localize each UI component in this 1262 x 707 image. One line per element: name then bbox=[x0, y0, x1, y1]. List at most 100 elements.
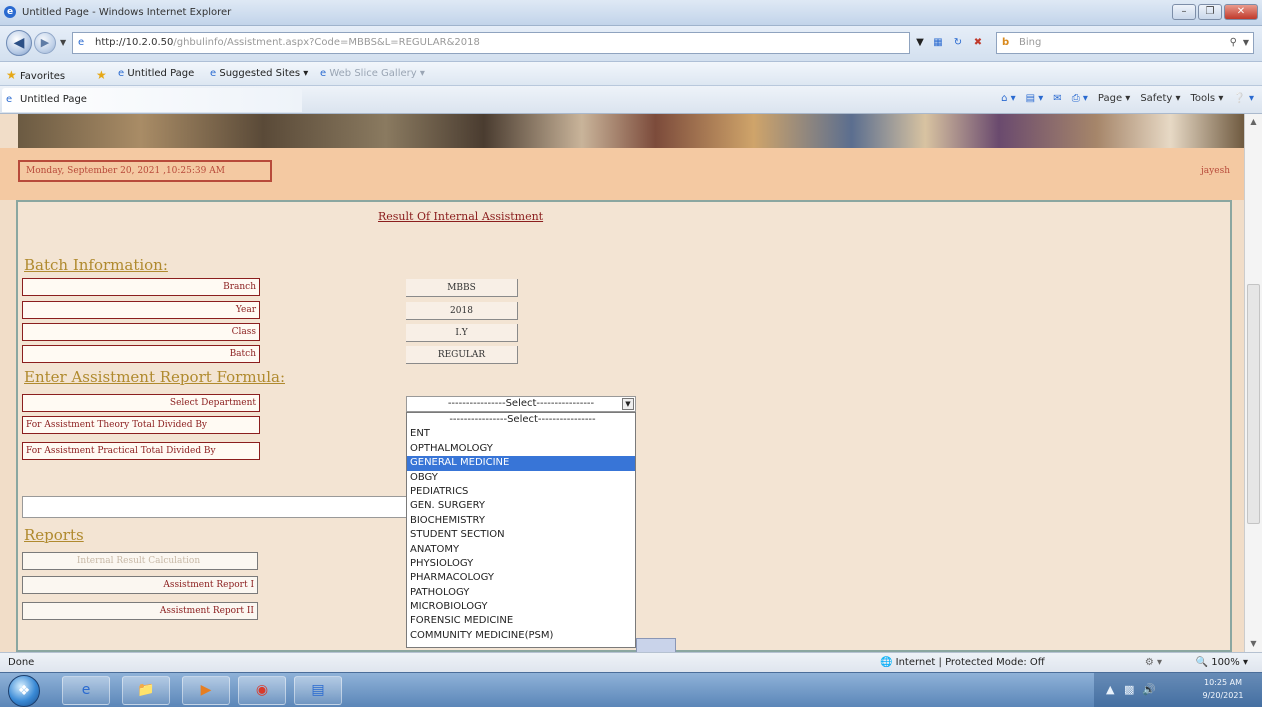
reports-heading: Reports bbox=[24, 526, 84, 544]
home-icon[interactable]: ⌂ ▾ bbox=[1001, 93, 1016, 104]
dropdown-option[interactable]: BIOCHEMISTRY bbox=[407, 514, 635, 528]
close-button[interactable]: ✕ bbox=[1224, 4, 1258, 20]
stop-icon[interactable]: ✖ bbox=[970, 35, 986, 51]
network-icon[interactable]: ▩ bbox=[1124, 683, 1134, 696]
assessment-report-2-button[interactable]: Assistment Report II bbox=[22, 602, 258, 620]
scroll-up-icon[interactable]: ▲ bbox=[1245, 114, 1262, 130]
address-input[interactable]: e http://10.2.0.50/ghbulinfo/Assistment.… bbox=[72, 32, 910, 54]
app-taskbar-icon[interactable]: ▤ bbox=[294, 676, 342, 705]
dropdown-option[interactable]: OPTHALMOLOGY bbox=[407, 442, 635, 456]
favorite-suggested-sites[interactable]: e Suggested Sites ▾ bbox=[210, 68, 308, 79]
star-icon: ★ bbox=[6, 68, 17, 82]
address-toolbar: ◀ ▶ ▼ e http://10.2.0.50/ghbulinfo/Assis… bbox=[0, 26, 1262, 62]
add-favorite-icon[interactable]: ★ bbox=[96, 68, 107, 82]
chevron-down-icon[interactable]: ▼ bbox=[622, 398, 634, 410]
vertical-scrollbar[interactable]: ▲ ▼ bbox=[1244, 114, 1262, 652]
year-value: 2018 bbox=[406, 302, 518, 320]
dropdown-option[interactable]: STUDENT SECTION bbox=[407, 528, 635, 542]
favorites-bar: ★ Favorites ★ e Untitled Page e Suggeste… bbox=[0, 62, 1262, 86]
formula-input[interactable] bbox=[22, 496, 412, 518]
popup-blocker-icon[interactable]: ⚙ ▾ bbox=[1145, 653, 1162, 673]
clock-date: 9/20/2021 bbox=[1202, 691, 1244, 700]
recent-pages-dropdown-icon[interactable]: ▼ bbox=[60, 38, 66, 47]
dropdown-option[interactable]: OBGY bbox=[407, 471, 635, 485]
window-controls: – ❐ ✕ bbox=[1172, 4, 1258, 20]
page-viewport: Monday, September 20, 2021 ,10:25:39 AM … bbox=[0, 114, 1262, 652]
theory-divisor-label: For Assistment Theory Total Divided By bbox=[22, 416, 260, 434]
favorite-web-slice-gallery[interactable]: e Web Slice Gallery ▾ bbox=[320, 68, 425, 79]
internal-result-button[interactable]: Internal Result Calculation bbox=[22, 552, 258, 570]
date-display: Monday, September 20, 2021 ,10:25:39 AM bbox=[18, 160, 272, 182]
hidden-action-button[interactable] bbox=[636, 638, 676, 652]
windows-taskbar: ❖ e 📁 ▶ ◉ ▤ ▲ ▩ 🔊 10:25 AM 9/20/2021 bbox=[0, 672, 1262, 707]
page-title: Result Of Internal Assistment bbox=[378, 210, 544, 223]
mail-icon[interactable]: ✉ bbox=[1053, 93, 1061, 104]
dropdown-option[interactable]: MICROBIOLOGY bbox=[407, 600, 635, 614]
batch-label: Batch bbox=[22, 345, 260, 363]
zone-label: Internet | Protected Mode: Off bbox=[895, 657, 1045, 668]
safety-menu[interactable]: Safety ▾ bbox=[1140, 93, 1180, 104]
media-player-taskbar-icon[interactable]: ▶ bbox=[182, 676, 230, 705]
chrome-taskbar-icon[interactable]: ◉ bbox=[238, 676, 286, 705]
forward-button[interactable]: ▶ bbox=[34, 32, 56, 54]
scrollbar-thumb[interactable] bbox=[1247, 284, 1260, 524]
security-zone: 🌐 Internet | Protected Mode: Off bbox=[880, 653, 1045, 673]
page-icon: e bbox=[210, 68, 217, 79]
username-label: jayesh bbox=[1201, 166, 1230, 176]
back-button[interactable]: ◀ bbox=[6, 30, 32, 56]
zoom-control[interactable]: 🔍 100% ▾ bbox=[1196, 653, 1248, 673]
department-select[interactable]: ----------------Select---------------- ▼ bbox=[406, 396, 636, 412]
favorite-label: Web Slice Gallery ▾ bbox=[329, 68, 425, 79]
start-button[interactable]: ❖ bbox=[8, 675, 40, 707]
dropdown-option[interactable]: COMMUNITY MEDICINE(PSM) bbox=[407, 629, 635, 643]
refresh-icon[interactable]: ↻ bbox=[950, 35, 966, 51]
bing-icon: b bbox=[1002, 37, 1010, 48]
ie-logo-icon: e bbox=[4, 6, 16, 18]
dropdown-option[interactable]: PHARMACOLOGY bbox=[407, 571, 635, 585]
dropdown-option[interactable]: ----------------Select---------------- bbox=[407, 413, 635, 427]
dropdown-option[interactable]: PHYSIOLOGY bbox=[407, 557, 635, 571]
system-clock[interactable]: 10:25 AM 9/20/2021 bbox=[1192, 676, 1254, 702]
window-title: Untitled Page - Windows Internet Explore… bbox=[22, 7, 232, 18]
scroll-down-icon[interactable]: ▼ bbox=[1245, 636, 1262, 652]
explorer-taskbar-icon[interactable]: 📁 bbox=[122, 676, 170, 705]
search-dropdown-icon[interactable]: ▼ bbox=[1243, 33, 1249, 53]
dropdown-option[interactable]: PEDIATRICS bbox=[407, 485, 635, 499]
page-icon: e bbox=[78, 37, 85, 48]
dropdown-option[interactable]: ENT bbox=[407, 427, 635, 441]
tools-menu[interactable]: Tools ▾ bbox=[1191, 93, 1224, 104]
search-input[interactable]: b Bing ⚲ ▼ bbox=[996, 32, 1254, 54]
department-select-value: ----------------Select---------------- bbox=[447, 398, 595, 409]
header-band: Monday, September 20, 2021 ,10:25:39 AM … bbox=[0, 148, 1244, 200]
tab-untitled-page[interactable]: e Untitled Page bbox=[2, 88, 302, 112]
class-value: I.Y bbox=[406, 324, 518, 342]
batch-value: REGULAR bbox=[406, 346, 518, 364]
search-icon[interactable]: ⚲ bbox=[1230, 33, 1237, 53]
page-icon: e bbox=[320, 68, 327, 79]
help-icon[interactable]: ❔ ▾ bbox=[1233, 93, 1254, 104]
dropdown-option[interactable]: FORENSIC MEDICINE bbox=[407, 614, 635, 628]
show-hidden-icons-icon[interactable]: ▲ bbox=[1106, 683, 1114, 696]
branch-label: Branch bbox=[22, 278, 260, 296]
address-dropdown-icon[interactable]: ▼ bbox=[912, 35, 928, 51]
feeds-icon[interactable]: ▤ ▾ bbox=[1026, 93, 1044, 104]
favorite-label: Untitled Page bbox=[127, 68, 195, 79]
volume-icon[interactable]: 🔊 bbox=[1142, 683, 1156, 696]
favorite-untitled-page[interactable]: e Untitled Page bbox=[118, 68, 194, 79]
minimize-button[interactable]: – bbox=[1172, 4, 1196, 20]
page-menu[interactable]: Page ▾ bbox=[1098, 93, 1130, 104]
dropdown-option-selected[interactable]: GENERAL MEDICINE bbox=[407, 456, 635, 471]
page-icon: e bbox=[6, 94, 13, 105]
dropdown-option[interactable]: ANATOMY bbox=[407, 543, 635, 557]
dropdown-option[interactable]: PATHOLOGY bbox=[407, 586, 635, 600]
dropdown-option[interactable]: GEN. SURGERY bbox=[407, 499, 635, 513]
ie-taskbar-icon[interactable]: e bbox=[62, 676, 110, 705]
restore-button[interactable]: ❐ bbox=[1198, 4, 1222, 20]
compatibility-view-icon[interactable]: ▦ bbox=[930, 35, 946, 51]
favorite-label: Suggested Sites ▾ bbox=[219, 68, 309, 79]
page-icon: e bbox=[118, 68, 125, 79]
assessment-report-1-button[interactable]: Assistment Report I bbox=[22, 576, 258, 594]
print-icon[interactable]: ⎙ ▾ bbox=[1072, 93, 1088, 104]
clock-time: 10:25 AM bbox=[1204, 678, 1242, 687]
favorites-button[interactable]: ★ Favorites bbox=[6, 68, 65, 82]
